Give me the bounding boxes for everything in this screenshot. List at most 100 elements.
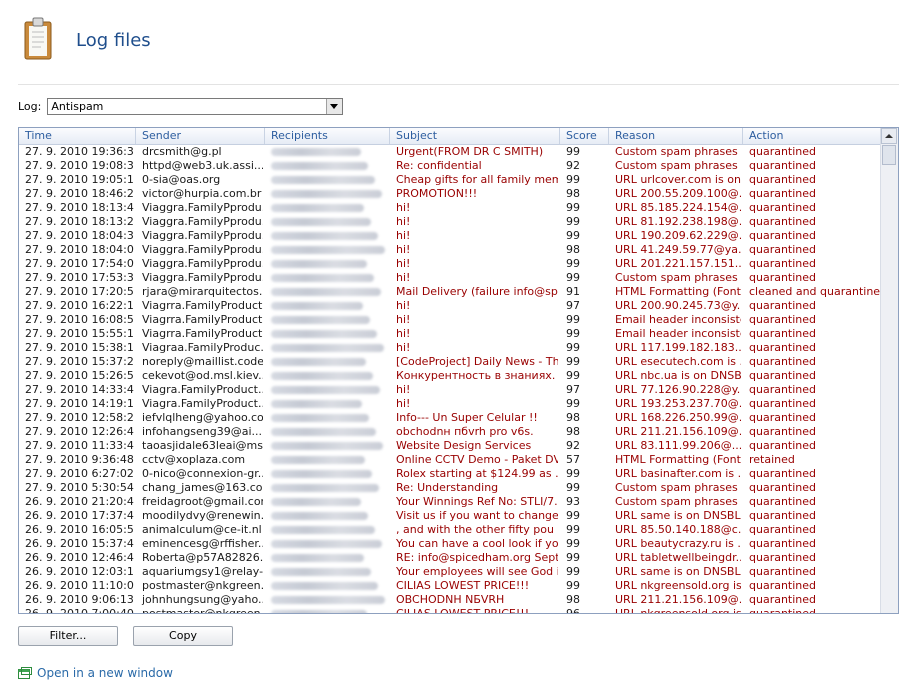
table-row[interactable]: 26. 9. 2010 17:37:45 moodilydvy@renewin..…: [19, 509, 881, 523]
table-row[interactable]: 26. 9. 2010 15:37:43 eminencesg@rffisher.…: [19, 537, 881, 551]
cell-recipients: [267, 607, 388, 613]
vertical-scrollbar[interactable]: [880, 128, 898, 613]
cell-recipients: [267, 439, 388, 453]
table-row[interactable]: 27. 9. 2010 17:53:30 Viaggra.FamilyPprodu…: [19, 271, 881, 285]
column-header-sender[interactable]: Sender: [136, 128, 265, 144]
table-row[interactable]: 26. 9. 2010 7:00:40 postmaster@nkgreen...…: [19, 607, 881, 613]
cell-action: quarantined: [749, 341, 817, 354]
table-row[interactable]: 27. 9. 2010 18:13:44 Viaggra.FamilyPprodu…: [19, 201, 881, 215]
cell-score: 99: [566, 509, 580, 522]
table-row[interactable]: 27. 9. 2010 9:36:48 cctv@xoplaza.com Onlin…: [19, 453, 881, 467]
table-row[interactable]: 27. 9. 2010 15:37:25 noreply@maillist.cod…: [19, 355, 881, 369]
cell-recipients: [267, 579, 388, 593]
cell-reason: URL 81.192.238.198@...: [615, 215, 741, 228]
redacted-recipient: [271, 218, 371, 226]
cell-subject: Mail Delivery (failure info@spic...: [396, 285, 558, 298]
cell-subject: obchodnн пбvrh pro v6s.: [396, 425, 534, 438]
table-row[interactable]: 27. 9. 2010 15:38:18 Viagraa.FamilyProduc…: [19, 341, 881, 355]
cell-sender: animalculum@ce-it.nl: [142, 523, 262, 536]
cell-recipients: [267, 495, 388, 509]
table-row[interactable]: 27. 9. 2010 12:26:44 infohangseng39@ai...…: [19, 425, 881, 439]
cell-reason: Email header inconsiste...: [615, 313, 741, 326]
cell-subject: Re: Understanding: [396, 481, 499, 494]
cell-subject: Re: confidential: [396, 159, 482, 172]
table-row[interactable]: 27. 9. 2010 18:04:08 Viaggra.FamilyPprodu…: [19, 243, 881, 257]
dropdown-arrow-icon[interactable]: [326, 98, 343, 114]
table-row[interactable]: 27. 9. 2010 11:33:46 taoasjidale63leai@ms…: [19, 439, 881, 453]
table-row[interactable]: 26. 9. 2010 11:10:00 postmaster@nkgreen..…: [19, 579, 881, 593]
cell-time: 27. 9. 2010 9:36:48: [25, 453, 134, 466]
table-row[interactable]: 26. 9. 2010 12:46:46 Roberta@p57A82826...…: [19, 551, 881, 565]
cell-recipients: [267, 243, 388, 257]
table-row[interactable]: 26. 9. 2010 16:05:53 animalculum@ce-it.nl…: [19, 523, 881, 537]
cell-recipients: [267, 453, 388, 467]
cell-sender: Viaggra.FamilyPprodu...: [142, 243, 263, 256]
cell-time: 27. 9. 2010 17:20:56: [25, 285, 134, 298]
table-row[interactable]: 27. 9. 2010 6:27:02 0-nico@connexion-gr..…: [19, 467, 881, 481]
column-header-score[interactable]: Score: [560, 128, 609, 144]
column-header-time[interactable]: Time: [19, 128, 136, 144]
table-row[interactable]: 27. 9. 2010 17:20:56 rjara@mirarquitectos…: [19, 285, 881, 299]
redacted-recipient: [271, 596, 385, 604]
table-row[interactable]: 26. 9. 2010 9:06:13 johnhungsung@yaho... O…: [19, 593, 881, 607]
cell-recipients: [267, 481, 388, 495]
cell-sender: moodilydvy@renewin...: [142, 509, 263, 522]
cell-subject: Urgent(FROM DR C SMITH): [396, 145, 544, 158]
table-row[interactable]: 27. 9. 2010 19:08:39 httpd@web3.uk.assi..…: [19, 159, 881, 173]
cell-action: quarantined: [749, 187, 817, 200]
cell-action: quarantined: [749, 355, 817, 368]
table-row[interactable]: 27. 9. 2010 15:55:12 Viagrra.FamilyProduc…: [19, 327, 881, 341]
cell-sender: Viagra.FamilyProduct...: [142, 383, 263, 396]
table-row[interactable]: 27. 9. 2010 12:58:21 iefvlqlheng@yahoo.co…: [19, 411, 881, 425]
table-row[interactable]: 27. 9. 2010 5:30:54 chang_james@163.com Re…: [19, 481, 881, 495]
redacted-recipient: [271, 414, 369, 422]
table-row[interactable]: 27. 9. 2010 16:08:54 Viagrra.FamilyProduc…: [19, 313, 881, 327]
table-row[interactable]: 27. 9. 2010 19:05:18 0-sia@oas.org Cheap g…: [19, 173, 881, 187]
redacted-recipient: [271, 582, 378, 590]
table-row[interactable]: 27. 9. 2010 17:54:00 Viaggra.FamilyPprodu…: [19, 257, 881, 271]
table-row[interactable]: 27. 9. 2010 16:22:13 Viagrra.FamilyProduc…: [19, 299, 881, 313]
cell-recipients: [267, 537, 388, 551]
column-header-action[interactable]: Action: [743, 128, 883, 144]
redacted-recipient: [271, 190, 382, 198]
table-row[interactable]: 27. 9. 2010 18:13:21 Viaggra.FamilyPprodu…: [19, 215, 881, 229]
column-header-subject[interactable]: Subject: [390, 128, 560, 144]
cell-time: 27. 9. 2010 15:38:18: [25, 341, 134, 354]
cell-sender: cekevot@od.msl.kiev....: [142, 369, 263, 382]
cell-reason: URL 168.226.250.99@...: [615, 411, 741, 424]
open-new-window-link[interactable]: Open in a new window: [18, 666, 173, 680]
copy-button[interactable]: Copy: [133, 626, 233, 646]
cell-sender: johnhungsung@yaho...: [142, 593, 263, 606]
cell-reason: URL 201.221.157.151...: [615, 257, 741, 270]
cell-action: retained: [749, 453, 795, 466]
table-row[interactable]: 27. 9. 2010 14:19:18 Viagra.FamilyProduct…: [19, 397, 881, 411]
table-row[interactable]: 26. 9. 2010 21:20:43 freidagroot@gmail.co…: [19, 495, 881, 509]
cell-subject: Cheap gifts for all family mem...: [396, 173, 558, 186]
column-header-recipients[interactable]: Recipients: [265, 128, 390, 144]
cell-sender: postmaster@nkgreen....: [138, 607, 263, 613]
scroll-thumb[interactable]: [882, 145, 896, 165]
table-row[interactable]: 27. 9. 2010 18:04:34 Viaggra.FamilyPprodu…: [19, 229, 881, 243]
cell-score: 99: [566, 341, 580, 354]
cell-action: quarantined: [749, 243, 817, 256]
redacted-recipient: [271, 386, 380, 394]
cell-subject: hi!: [396, 243, 411, 256]
cell-subject: RE: info@spicedham.org Sept...: [396, 551, 558, 564]
cell-action: quarantined: [749, 439, 817, 452]
table-row[interactable]: 27. 9. 2010 15:26:59 cekevot@od.msl.kiev.…: [19, 369, 881, 383]
cell-score: 99: [566, 355, 580, 368]
cell-sender: Viaggra.FamilyPprodu...: [142, 257, 263, 270]
cell-time: 26. 9. 2010 16:05:53: [25, 523, 134, 536]
table-row[interactable]: 27. 9. 2010 14:33:43 Viagra.FamilyProduct…: [19, 383, 881, 397]
cell-score: 98: [566, 593, 580, 606]
cell-action: quarantined: [749, 565, 817, 578]
table-row[interactable]: 27. 9. 2010 19:36:37 drcsmith@g.pl Urgent(…: [19, 145, 881, 159]
column-header-reason[interactable]: Reason: [609, 128, 743, 144]
cell-action: quarantined: [749, 495, 817, 508]
table-row[interactable]: 27. 9. 2010 18:46:29 victor@hurpia.com.br…: [19, 187, 881, 201]
log-select[interactable]: Antispam: [47, 97, 344, 115]
scroll-up-button[interactable]: [881, 128, 897, 144]
filter-button[interactable]: Filter...: [18, 626, 118, 646]
cell-time: 27. 9. 2010 15:37:25: [25, 355, 134, 368]
table-row[interactable]: 26. 9. 2010 12:03:14 aquariumgsy1@relay-.…: [19, 565, 881, 579]
